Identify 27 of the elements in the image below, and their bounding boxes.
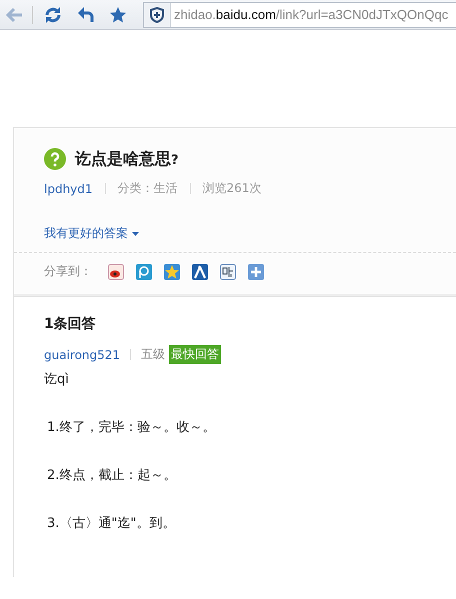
star-icon[interactable] bbox=[109, 6, 127, 24]
better-answer-button[interactable]: 我有更好的答案 bbox=[44, 225, 139, 242]
weibo-icon[interactable] bbox=[108, 264, 124, 280]
category-text: 分类：生活 bbox=[118, 180, 178, 197]
qzone-star-icon[interactable] bbox=[164, 264, 180, 280]
answerer-link[interactable]: guairong521 bbox=[44, 348, 120, 362]
question-icon bbox=[44, 148, 66, 170]
definition-line: 1.终了，完毕：验～。收～。 bbox=[47, 419, 216, 436]
answer-count: 1条回答 bbox=[44, 315, 97, 333]
question-title: 讫点是啥意思 bbox=[75, 148, 171, 168]
plus-icon[interactable] bbox=[248, 264, 264, 280]
fastest-answer-badge: 最快回答 bbox=[169, 345, 222, 364]
definition-line: 2.终点，截止：起～。 bbox=[47, 467, 178, 484]
shield-icon[interactable] bbox=[150, 6, 164, 22]
tieba-icon[interactable] bbox=[220, 264, 236, 280]
views-count: 浏览261次 bbox=[202, 180, 262, 197]
share-label: 分享到： bbox=[44, 263, 92, 280]
definition-line: 3.〈古〉通"迄"。到。 bbox=[47, 515, 176, 532]
question-mark-text: ? bbox=[171, 152, 179, 168]
refresh-icon[interactable] bbox=[43, 6, 63, 24]
undo-icon[interactable] bbox=[77, 6, 95, 24]
user-level: 五级 bbox=[141, 346, 166, 363]
caret-icon bbox=[132, 232, 139, 236]
answer-pinyin: 讫qì bbox=[44, 371, 70, 388]
person-icon[interactable] bbox=[192, 264, 208, 280]
author-link[interactable]: lpdhyd1 bbox=[44, 182, 93, 196]
p-logo-icon[interactable] bbox=[136, 264, 152, 280]
